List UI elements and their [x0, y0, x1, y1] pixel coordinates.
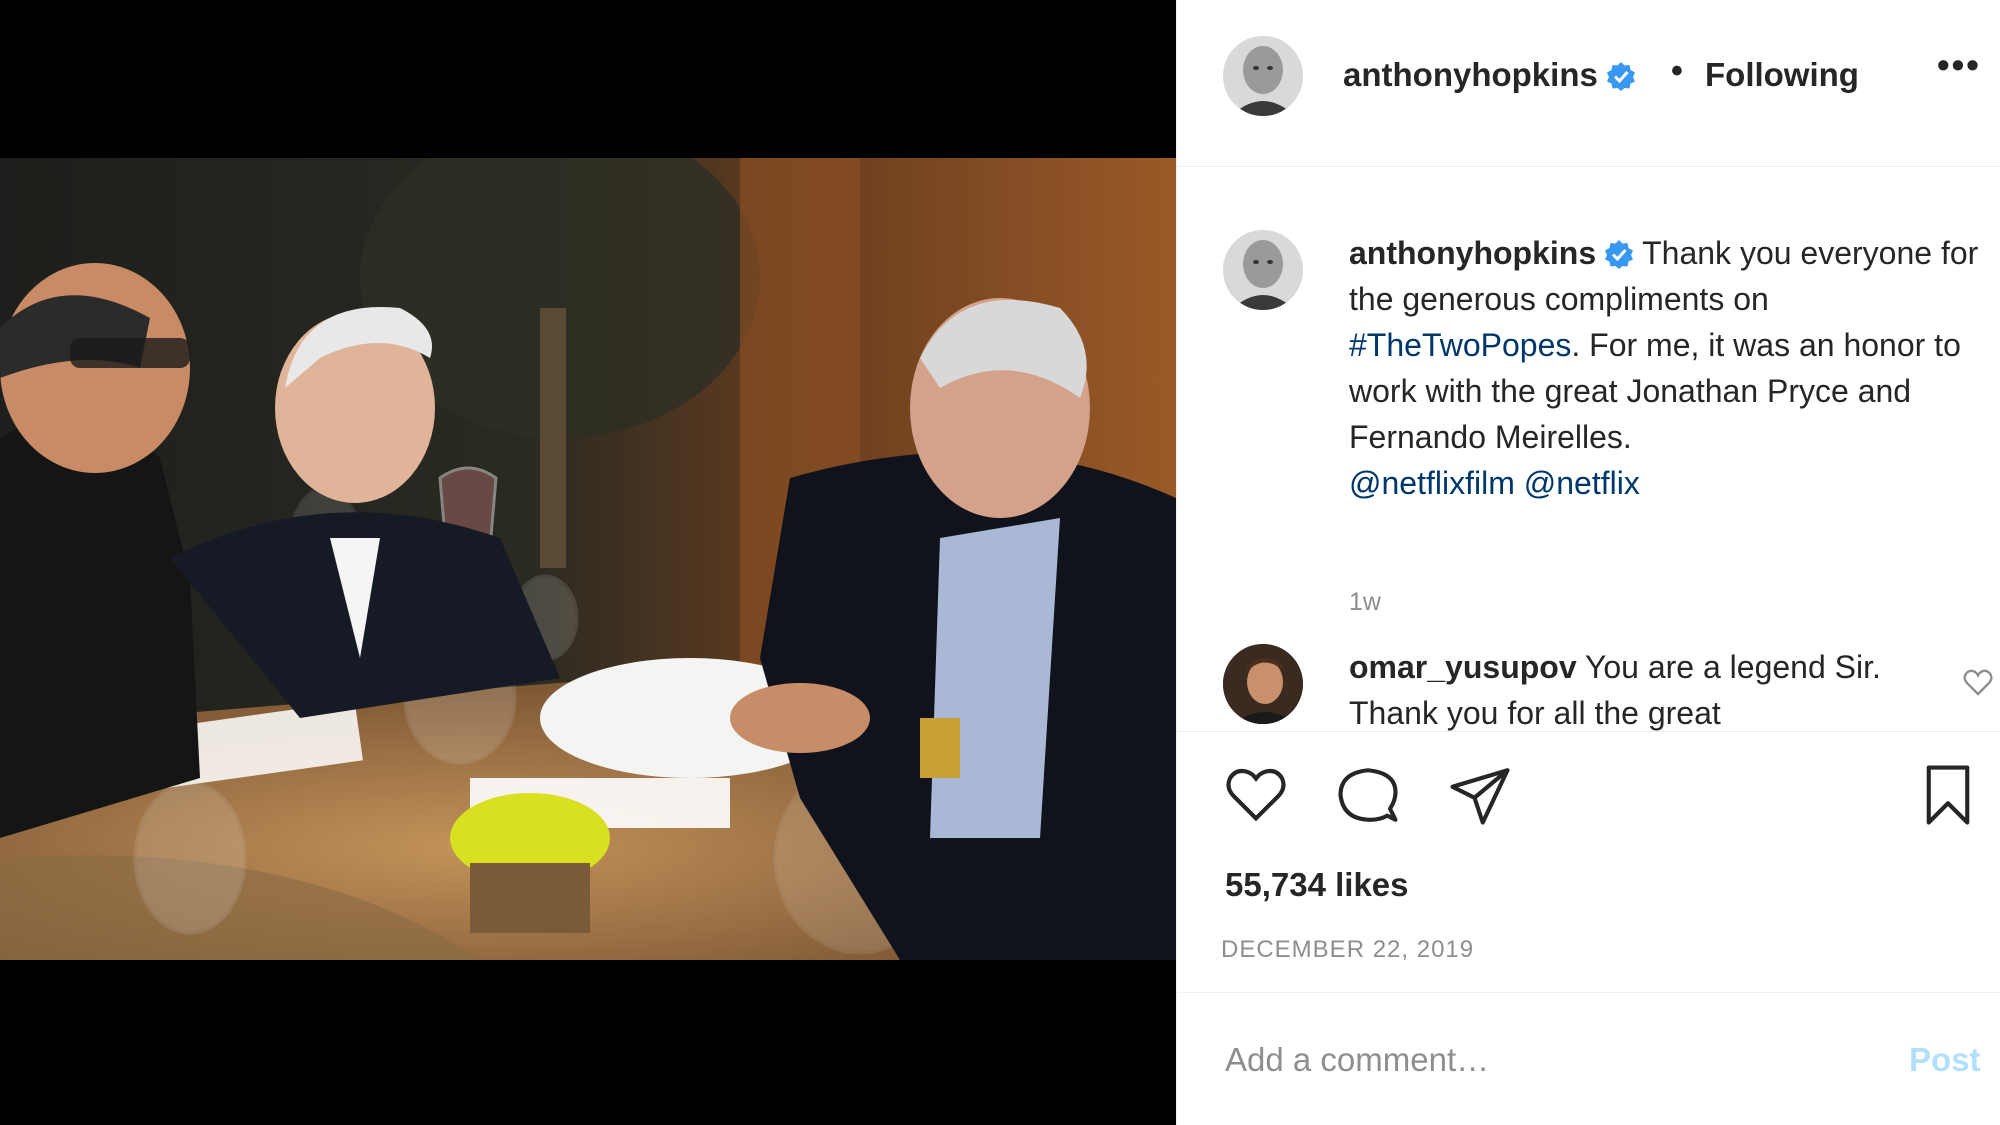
- caption-timestamp[interactable]: 1w: [1349, 588, 1381, 617]
- post-comment-button[interactable]: Post: [1909, 1041, 1981, 1079]
- like-heart-icon[interactable]: [1223, 762, 1289, 828]
- mention-netflixfilm-link[interactable]: @netflixfilm: [1349, 465, 1515, 501]
- comment-bubble-icon[interactable]: [1335, 762, 1401, 828]
- post-header: anthonyhopkins • Following •••: [1177, 0, 2000, 167]
- mention-netflix-link[interactable]: @netflix: [1524, 465, 1640, 501]
- author-avatar-image: [1223, 36, 1303, 116]
- post-media: [0, 0, 1176, 1125]
- separator-dot: •: [1671, 52, 1683, 90]
- author-username: anthonyhopkins: [1343, 56, 1598, 93]
- following-button[interactable]: Following: [1705, 56, 1859, 94]
- more-options-icon[interactable]: •••: [1937, 44, 1981, 86]
- comments-section[interactable]: anthonyhopkins Thank you everyone for th…: [1177, 168, 2000, 732]
- caption-avatar-image: [1223, 230, 1303, 310]
- verified-badge-icon: [1606, 62, 1635, 91]
- likes-count[interactable]: 55,734 likes: [1225, 866, 1409, 904]
- comment-like-heart-icon[interactable]: [1962, 666, 1994, 698]
- caption-verified-badge-icon: [1605, 240, 1634, 269]
- instagram-post-view: anthonyhopkins • Following ••• anthonyho…: [0, 0, 2000, 1125]
- share-paper-plane-icon[interactable]: [1447, 762, 1513, 828]
- author-avatar[interactable]: [1223, 36, 1303, 116]
- commenter-username[interactable]: omar_yusupov: [1349, 649, 1577, 685]
- author-username-link[interactable]: anthonyhopkins: [1343, 56, 1636, 94]
- commenter-avatar[interactable]: [1223, 644, 1303, 724]
- post-side-panel: anthonyhopkins • Following ••• anthonyho…: [1176, 0, 2000, 1125]
- post-action-bar: [1177, 732, 2000, 842]
- post-photo[interactable]: [0, 158, 1176, 960]
- add-comment-input[interactable]: [1225, 1041, 1845, 1079]
- comment-item: omar_yusupov You are a legend Sir. Thank…: [1349, 644, 1909, 731]
- caption-username[interactable]: anthonyhopkins: [1349, 235, 1596, 271]
- add-comment-bar: Post: [1177, 992, 2000, 1125]
- hashtag-link[interactable]: #TheTwoPopes: [1349, 327, 1571, 363]
- dinner-photo-illustration: [0, 158, 1176, 960]
- post-caption: anthonyhopkins Thank you everyone for th…: [1349, 230, 1999, 506]
- caption-author-avatar[interactable]: [1223, 230, 1303, 310]
- commenter-avatar-image: [1223, 644, 1303, 724]
- save-bookmark-icon[interactable]: [1915, 762, 1981, 828]
- post-date[interactable]: DECEMBER 22, 2019: [1221, 936, 1474, 964]
